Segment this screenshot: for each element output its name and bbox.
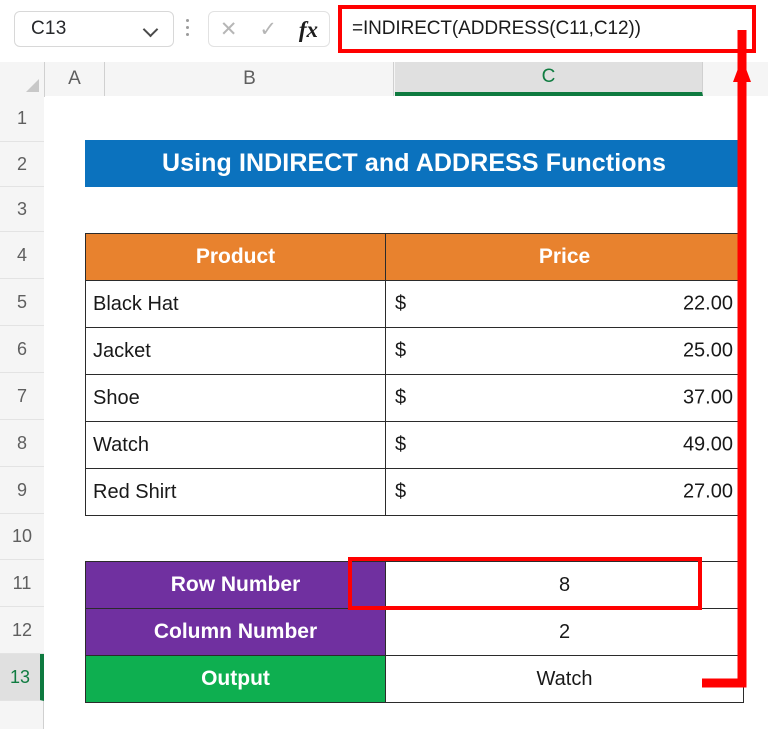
price-amount: 22.00 (682, 292, 733, 315)
row-header-1[interactable]: 1 (0, 96, 44, 142)
table-row[interactable]: Red Shirt $ 27.00 (85, 468, 744, 516)
confirm-check-icon[interactable]: ✓ (259, 19, 277, 40)
column-header-c[interactable]: C (395, 62, 703, 96)
cell-product-name: Watch (85, 421, 386, 469)
row-header-7[interactable]: 7 (0, 373, 44, 420)
table-row[interactable]: Black Hat $ 22.00 (85, 280, 744, 328)
product-price-table: Product Price Black Hat $ 22.00 Jacket $… (85, 233, 744, 516)
value-row-number: 8 (385, 561, 744, 609)
summary-row-row-number[interactable]: Row Number 8 (85, 561, 744, 609)
name-box[interactable]: C13 (14, 11, 174, 47)
label-output: Output (85, 655, 386, 703)
cell-product-name: Jacket (85, 327, 386, 375)
cell-product-name: Red Shirt (85, 468, 386, 516)
column-header-a[interactable]: A (45, 62, 105, 96)
row-header-4[interactable]: 4 (0, 232, 44, 279)
row-header-3[interactable]: 3 (0, 187, 44, 232)
cancel-icon[interactable]: ✕ (220, 19, 238, 40)
summary-table: Row Number 8 Column Number 2 Output Watc… (85, 561, 744, 703)
row-header-8[interactable]: 8 (0, 420, 44, 467)
column-header-product: Product (85, 233, 386, 281)
formula-bar-area: C13 ✕ ✓ fx =INDIRECT(ADDRESS(C11,C12)) (0, 0, 768, 60)
summary-row-column-number[interactable]: Column Number 2 (85, 608, 744, 656)
row-header-column: 1 2 3 4 5 6 7 8 9 10 11 12 13 (0, 96, 44, 729)
select-all-triangle-icon (26, 79, 39, 92)
price-amount: 25.00 (682, 339, 733, 362)
cell-product-price: $ 27.00 (385, 468, 744, 516)
row-header-9[interactable]: 9 (0, 467, 44, 514)
row-header-11[interactable]: 11 (0, 560, 44, 607)
summary-row-output[interactable]: Output Watch (85, 655, 744, 703)
chevron-down-icon[interactable] (144, 22, 159, 37)
currency-symbol: $ (395, 339, 407, 362)
table-header-row: Product Price (85, 233, 744, 281)
title-banner-text: Using INDIRECT and ADDRESS Functions (161, 149, 667, 177)
row-header-10[interactable]: 10 (0, 514, 44, 560)
row-header-2[interactable]: 2 (0, 142, 44, 187)
column-header-b[interactable]: B (106, 62, 394, 96)
cell-product-price: $ 37.00 (385, 374, 744, 422)
worksheet-grid: Using INDIRECT and ADDRESS Functions Pro… (45, 96, 768, 729)
currency-symbol: $ (395, 386, 407, 409)
row-header-12[interactable]: 12 (0, 607, 44, 654)
label-row-number: Row Number (85, 561, 386, 609)
kebab-menu-icon[interactable] (186, 19, 190, 41)
price-amount: 37.00 (682, 386, 733, 409)
price-amount: 49.00 (682, 433, 733, 456)
row-header-13[interactable]: 13 (0, 654, 44, 701)
table-row[interactable]: Shoe $ 37.00 (85, 374, 744, 422)
currency-symbol: $ (395, 480, 407, 503)
currency-symbol: $ (395, 433, 407, 456)
currency-symbol: $ (395, 292, 407, 315)
title-banner: Using INDIRECT and ADDRESS Functions (85, 140, 743, 187)
column-header-row: A B C (0, 62, 768, 97)
value-column-number: 2 (385, 608, 744, 656)
formula-text: =INDIRECT(ADDRESS(C11,C12)) (352, 18, 641, 39)
cell-product-name: Black Hat (85, 280, 386, 328)
name-box-value: C13 (31, 18, 67, 39)
insert-function-icon[interactable]: fx (299, 18, 318, 41)
cell-product-name: Shoe (85, 374, 386, 422)
select-all-corner-button[interactable] (0, 62, 45, 96)
cell-product-price: $ 25.00 (385, 327, 744, 375)
formula-action-buttons: ✕ ✓ fx (208, 11, 330, 47)
column-header-d[interactable] (704, 62, 768, 96)
cell-product-price: $ 49.00 (385, 421, 744, 469)
label-column-number: Column Number (85, 608, 386, 656)
table-row[interactable]: Jacket $ 25.00 (85, 327, 744, 375)
cell-product-price: $ 22.00 (385, 280, 744, 328)
price-amount: 27.00 (682, 480, 733, 503)
row-header-6[interactable]: 6 (0, 326, 44, 373)
table-row[interactable]: Watch $ 49.00 (85, 421, 744, 469)
row-header-5[interactable]: 5 (0, 279, 44, 326)
formula-input[interactable]: =INDIRECT(ADDRESS(C11,C12)) (338, 5, 756, 53)
column-header-price: Price (385, 233, 744, 281)
value-output: Watch (385, 655, 744, 703)
